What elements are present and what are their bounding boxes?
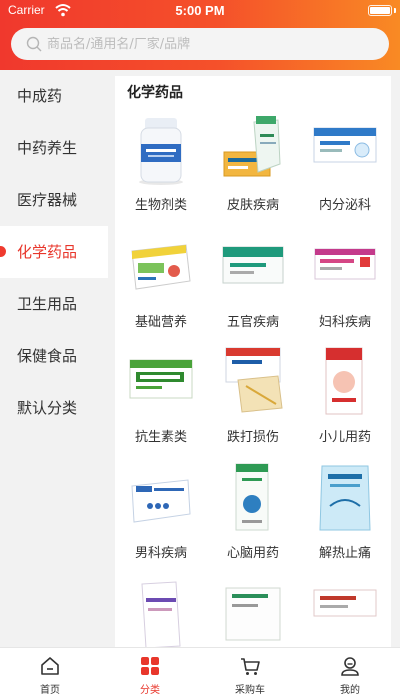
category-label: 五官疾病 — [226, 315, 279, 330]
product-bottle-image — [139, 118, 183, 185]
sidebar-item-moren-fenlei[interactable]: 默认分类 — [0, 382, 108, 434]
sidebar-item-zhongchengyao[interactable]: 中成药 — [0, 70, 108, 122]
product-box-image — [131, 244, 191, 290]
sidebar-item-label: 默认分类 — [17, 399, 78, 417]
category-cell[interactable] — [115, 578, 207, 647]
category-content-panel: 化学药品 生物剂类 皮肤疾病 内分泌科 基础营养 五官疾病 妇科疾病 抗生素类 … — [115, 76, 391, 647]
category-cell[interactable]: 基础营养 — [115, 231, 207, 347]
product-box-image — [313, 127, 377, 163]
search-input[interactable] — [47, 32, 377, 56]
search-bar[interactable] — [11, 28, 389, 60]
category-cell[interactable] — [299, 578, 391, 647]
product-box-image — [235, 463, 269, 531]
category-label: 跌打损伤 — [226, 430, 279, 445]
category-cell[interactable]: 五官疾病 — [207, 231, 299, 347]
category-label: 小儿用药 — [318, 430, 371, 445]
category-cell[interactable]: 抗生素类 — [115, 346, 207, 462]
category-label: 基础营养 — [134, 315, 187, 330]
sidebar-item-label: 中成药 — [17, 87, 63, 105]
product-sachet-image — [319, 465, 371, 531]
category-sidebar: 中成药 中药养生 医疗器械 化学药品 卫生用品 保健食品 默认分类 — [0, 70, 108, 647]
section-title: 化学药品 — [127, 85, 183, 101]
sidebar-item-label: 保健食品 — [17, 347, 78, 365]
sidebar-item-label: 化学药品 — [17, 243, 78, 261]
category-label: 妇科疾病 — [318, 315, 371, 330]
product-box-image — [222, 246, 284, 284]
product-box-image — [314, 248, 376, 280]
product-plaster-image — [225, 347, 283, 413]
category-label: 抗生素类 — [134, 430, 187, 445]
header: Carrier 5:00 PM — [0, 0, 400, 70]
category-label: 内分泌科 — [318, 198, 371, 213]
tab-label: 分类 — [140, 685, 160, 696]
product-box-image — [131, 479, 191, 523]
sidebar-item-label: 医疗器械 — [17, 191, 78, 209]
product-box-image — [225, 587, 281, 641]
battery-tip — [394, 8, 396, 13]
sidebar-item-huaxue-yaopin[interactable]: 化学药品 — [0, 226, 108, 278]
sidebar-item-baojian-shipin[interactable]: 保健食品 — [0, 330, 108, 382]
active-indicator — [0, 246, 6, 257]
search-icon — [26, 36, 42, 52]
category-label: 解热止痛 — [318, 546, 371, 561]
cart-icon — [241, 658, 260, 675]
category-label: 男科疾病 — [134, 546, 187, 561]
sidebar-item-label: 卫生用品 — [17, 295, 78, 313]
category-cell[interactable]: 心脑用药 — [207, 462, 299, 578]
category-cell[interactable]: 妇科疾病 — [299, 231, 391, 347]
bottom-tab-bar: 首页 分类 采购车 我的 — [0, 647, 400, 700]
category-label: 心脑用药 — [226, 546, 279, 561]
product-box-image — [141, 581, 181, 647]
clock: 5:00 PM — [175, 3, 225, 18]
tab-home[interactable]: 首页 — [0, 648, 100, 700]
battery-icon — [368, 5, 392, 16]
sidebar-item-zhongyao-yangsheng[interactable]: 中药养生 — [0, 122, 108, 174]
sidebar-item-label: 中药养生 — [17, 139, 78, 157]
product-box-image — [129, 359, 193, 399]
profile-icon — [341, 657, 359, 676]
category-icon — [141, 657, 159, 675]
tab-label: 采购车 — [235, 685, 265, 696]
product-box-image — [325, 347, 363, 415]
category-cell[interactable]: 内分泌科 — [299, 114, 391, 230]
product-box-image — [313, 589, 377, 617]
category-cell[interactable]: 小儿用药 — [299, 346, 391, 462]
status-bar: Carrier 5:00 PM — [0, 0, 400, 22]
category-cell[interactable]: 解热止痛 — [299, 462, 391, 578]
product-tube-box-image — [223, 116, 281, 177]
category-cell[interactable]: 男科疾病 — [115, 462, 207, 578]
sidebar-item-yiliao-qixie[interactable]: 医疗器械 — [0, 174, 108, 226]
home-icon — [41, 657, 59, 675]
category-cell[interactable]: 皮肤疾病 — [207, 114, 299, 230]
category-cell[interactable] — [207, 578, 299, 647]
tab-label: 我的 — [340, 685, 360, 696]
tab-category[interactable]: 分类 — [100, 648, 200, 700]
sidebar-item-weisheng-yongpin[interactable]: 卫生用品 — [0, 278, 108, 330]
tab-cart[interactable]: 采购车 — [200, 648, 300, 700]
category-label: 生物剂类 — [134, 198, 187, 213]
category-cell[interactable]: 生物剂类 — [115, 114, 207, 230]
tab-profile[interactable]: 我的 — [300, 648, 400, 700]
tab-label: 首页 — [40, 685, 60, 696]
category-label: 皮肤疾病 — [226, 198, 279, 213]
category-cell[interactable]: 跌打损伤 — [207, 346, 299, 462]
